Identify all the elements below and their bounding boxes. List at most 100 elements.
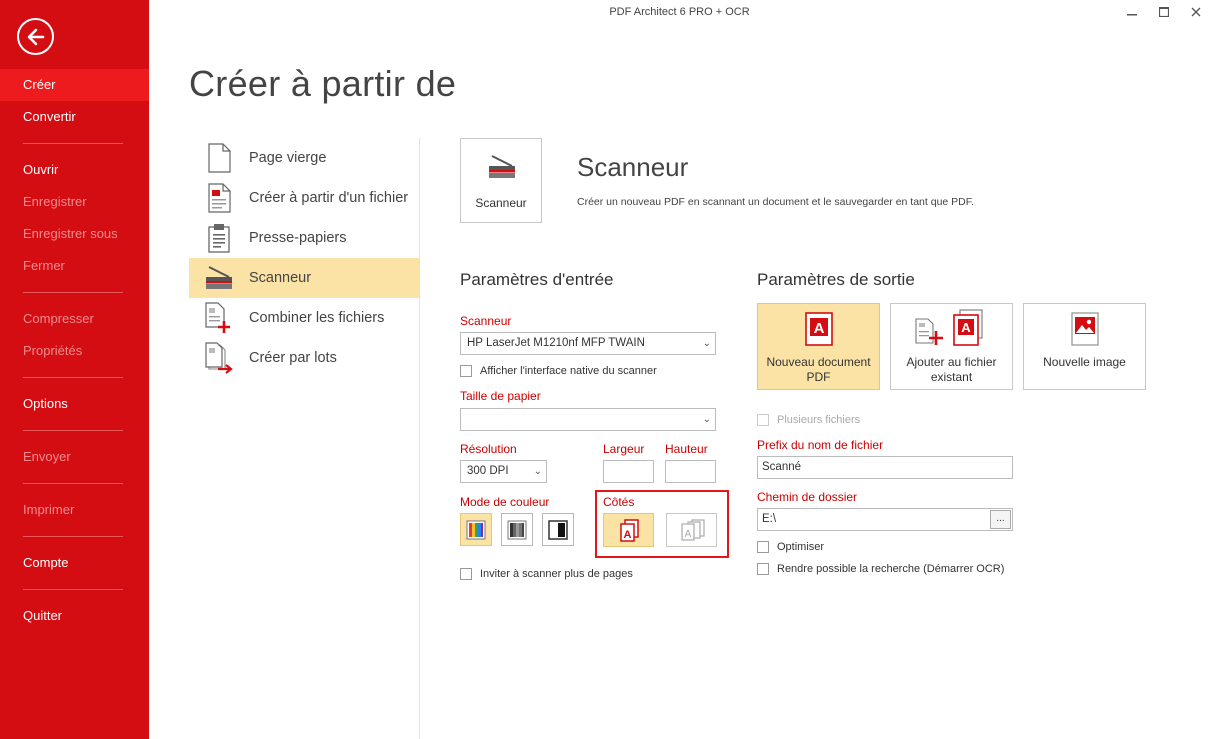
clipboard-icon xyxy=(208,224,230,253)
sidebar-item-imprimer[interactable]: Imprimer xyxy=(0,494,149,526)
sidebar-item-quitter[interactable]: Quitter xyxy=(0,600,149,632)
optimize-checkbox[interactable]: Optimiser xyxy=(757,541,824,553)
sidebar-item-creer[interactable]: Créer xyxy=(0,69,149,101)
page-title: Créer à partir de xyxy=(189,63,457,104)
height-input[interactable] xyxy=(665,460,716,483)
height-label: Hauteur xyxy=(665,442,708,456)
sidebar-divider xyxy=(23,143,123,144)
source-item-clipboard[interactable]: Presse-papiers xyxy=(189,218,419,258)
ocr-searchable-checkbox[interactable]: Rendre possible la recherche (Démarrer O… xyxy=(757,563,1004,575)
more-pages-label: Inviter à scanner plus de pages xyxy=(480,568,633,580)
output-tile-line2: existant xyxy=(930,370,973,384)
svg-text:A: A xyxy=(814,320,825,337)
window-title: PDF Architect 6 PRO + OCR xyxy=(609,6,750,18)
source-item-label: Combiner les fichiers xyxy=(249,310,385,326)
chevron-down-icon: ⌄ xyxy=(533,466,542,477)
svg-text:A: A xyxy=(961,320,971,335)
filename-prefix-input[interactable]: Scanné xyxy=(757,456,1013,479)
checkbox-box xyxy=(757,414,769,426)
sidebar-item-convertir[interactable]: Convertir xyxy=(0,101,149,133)
back-button[interactable] xyxy=(17,18,54,55)
resolution-value: 300 DPI xyxy=(467,465,509,477)
source-item-label: Scanneur xyxy=(249,270,312,286)
chevron-down-icon: ⌄ xyxy=(702,338,711,349)
sidebar-divider xyxy=(23,292,123,293)
sidebar-item-compte[interactable]: Compte xyxy=(0,547,149,579)
folder-path-label: Chemin de dossier xyxy=(757,490,858,504)
maximize-button[interactable] xyxy=(1151,2,1177,22)
scanner-icon xyxy=(489,155,515,178)
sidebar-item-options[interactable]: Options xyxy=(0,388,149,420)
multiple-files-checkbox[interactable]: Plusieurs fichiers xyxy=(757,414,860,426)
section-description: Créer un nouveau PDF en scannant un docu… xyxy=(577,196,974,208)
source-item-batch[interactable]: Créer par lots xyxy=(189,338,419,378)
output-new-image-tile[interactable]: Nouvelle image xyxy=(1023,303,1146,390)
sidebar-divider xyxy=(23,536,123,537)
scanner-select-value: HP LaserJet M1210nf MFP TWAIN xyxy=(467,337,645,349)
output-new-pdf-tile[interactable]: A Nouveau document PDF xyxy=(757,303,880,390)
combine-files-icon xyxy=(205,302,230,333)
filename-prefix-label: Prefix du nom de fichier xyxy=(757,438,884,452)
batch-create-icon xyxy=(205,342,233,374)
scanner-field-label: Scanneur xyxy=(460,314,512,328)
folder-path-input[interactable]: E:\ xyxy=(757,508,1013,531)
native-ui-checkbox[interactable]: Afficher l'interface native du scanner xyxy=(460,365,657,377)
output-tile-line2: PDF xyxy=(806,370,831,384)
blank-page-icon xyxy=(208,143,231,173)
sidebar-item-proprietes[interactable]: Propriétés xyxy=(0,335,149,367)
checkbox-box xyxy=(757,541,769,553)
section-title: Scanneur xyxy=(577,152,689,182)
color-mode-icon xyxy=(466,520,486,539)
close-button[interactable] xyxy=(1183,2,1209,22)
sidebar-divider xyxy=(23,483,123,484)
source-item-label: Créer par lots xyxy=(249,350,337,366)
color-mode-label: Mode de couleur xyxy=(460,495,550,509)
color-mode-bw-button[interactable] xyxy=(542,513,574,546)
native-ui-label: Afficher l'interface native du scanner xyxy=(480,365,657,377)
source-item-label: Page vierge xyxy=(249,150,327,166)
close-icon xyxy=(1191,7,1201,17)
scanner-tile[interactable]: Scanneur xyxy=(460,138,542,223)
more-pages-checkbox[interactable]: Inviter à scanner plus de pages xyxy=(460,568,633,580)
output-append-tile[interactable]: A Ajouter au fichier existant xyxy=(890,303,1013,390)
pdf-document-icon: A xyxy=(805,312,833,346)
sidebar-item-ouvrir[interactable]: Ouvrir xyxy=(0,154,149,186)
browse-folder-button[interactable]: ... xyxy=(990,510,1011,529)
source-item-from-file[interactable]: Créer à partir d'un fichier xyxy=(189,178,419,218)
minimize-button[interactable] xyxy=(1119,2,1145,22)
maximize-icon xyxy=(1159,7,1169,17)
source-item-label: Créer à partir d'un fichier xyxy=(249,190,409,206)
sides-highlight-frame xyxy=(595,490,729,558)
sidebar-divider xyxy=(23,430,123,431)
sidebar-item-compresser[interactable]: Compresser xyxy=(0,303,149,335)
sidebar-item-fermer[interactable]: Fermer xyxy=(0,250,149,282)
output-tile-line1: Ajouter au fichier xyxy=(906,355,997,369)
sidebar-divider xyxy=(23,377,123,378)
sidebar-item-envoyer[interactable]: Envoyer xyxy=(0,441,149,473)
paper-size-label: Taille de papier xyxy=(460,389,541,403)
arrow-left-icon xyxy=(27,28,44,45)
scanner-select[interactable]: HP LaserJet M1210nf MFP TWAIN ⌄ xyxy=(460,332,716,355)
ocr-searchable-label: Rendre possible la recherche (Démarrer O… xyxy=(777,563,1005,575)
source-item-blank-page[interactable]: Page vierge xyxy=(189,138,419,178)
multiple-files-label: Plusieurs fichiers xyxy=(777,414,861,426)
vertical-divider xyxy=(419,138,420,739)
width-input[interactable] xyxy=(603,460,654,483)
sidebar-item-enregistrer[interactable]: Enregistrer xyxy=(0,186,149,218)
source-item-scanner[interactable]: Scanneur xyxy=(189,258,419,298)
width-label: Largeur xyxy=(603,442,645,456)
black-white-icon xyxy=(548,519,568,540)
paper-size-select[interactable]: ⌄ xyxy=(460,408,716,431)
source-item-combine[interactable]: Combiner les fichiers xyxy=(189,298,419,338)
pdf-file-icon xyxy=(208,183,231,213)
resolution-label: Résolution xyxy=(460,442,517,456)
input-settings-heading: Paramètres d'entrée xyxy=(460,270,614,289)
color-mode-grayscale-button[interactable] xyxy=(501,513,533,546)
scanner-icon xyxy=(206,266,232,289)
resolution-select[interactable]: 300 DPI ⌄ xyxy=(460,460,547,483)
color-mode-color-button[interactable] xyxy=(460,513,492,546)
optimize-label: Optimiser xyxy=(777,541,825,553)
sidebar-item-enregistrer-sous[interactable]: Enregistrer sous xyxy=(0,218,149,250)
checkbox-box xyxy=(460,365,472,377)
grayscale-icon xyxy=(507,520,527,539)
